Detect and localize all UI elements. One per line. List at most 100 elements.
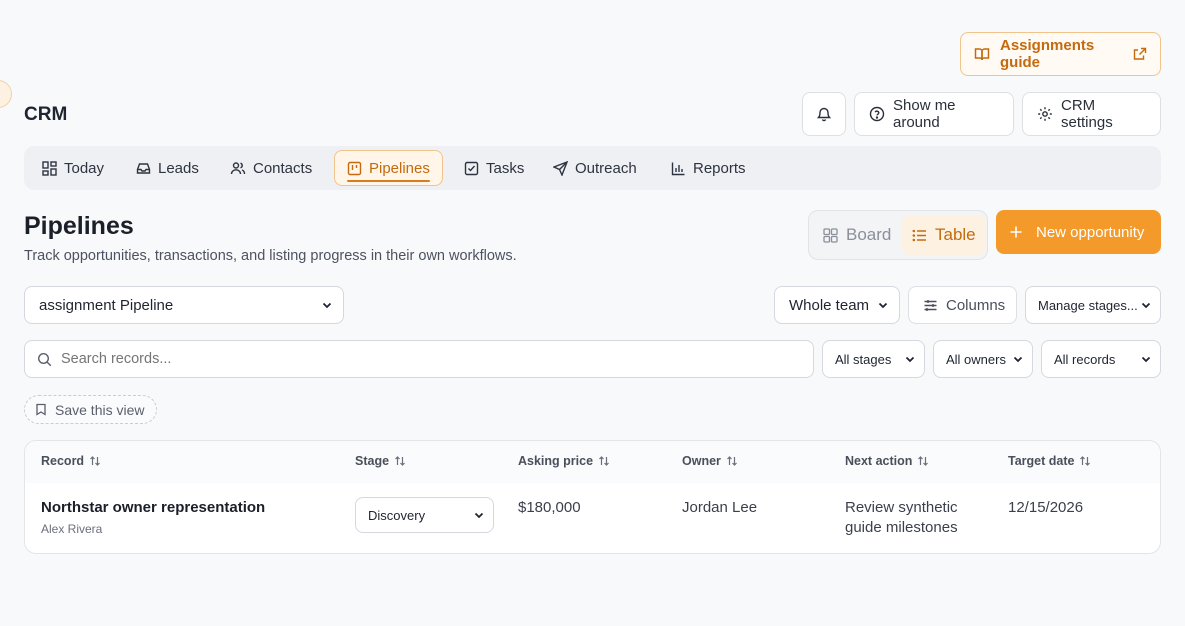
column-header-next-action[interactable]: Next action [845,454,929,468]
list-icon [912,228,927,243]
new-opportunity-button[interactable]: New opportunity [996,210,1161,254]
chevron-down-icon [473,509,485,521]
pipeline-select-value: assignment Pipeline [39,296,174,314]
bookmark-icon [35,403,47,416]
search-field[interactable] [24,340,814,378]
sort-icon [394,455,406,467]
grid-icon [42,160,57,176]
column-header-label: Owner [682,454,721,468]
owners-filter-select[interactable]: All owners [933,340,1033,378]
external-link-icon [1133,47,1147,61]
send-icon [553,160,568,176]
team-select[interactable]: Whole team [774,286,900,324]
column-header-stage[interactable]: Stage [355,454,406,468]
manage-stages-value: Manage stages... [1038,297,1138,313]
plus-icon [1008,224,1024,240]
tab-label: Leads [158,159,199,177]
asking-price: $180,000 [518,499,581,516]
book-icon [974,46,990,62]
help-circle-icon [869,106,885,122]
checkbox-icon [464,161,479,176]
manage-stages-select[interactable]: Manage stages... [1025,286,1161,324]
tab-label: Tasks [486,159,525,177]
chevron-down-icon [877,299,889,311]
show-me-around-button[interactable]: Show me around [854,92,1014,136]
new-opportunity-label: New opportunity [1036,223,1145,241]
stage-select-value: Discovery [368,507,426,523]
sort-icon [89,455,101,467]
team-select-value: Whole team [789,296,870,314]
search-input[interactable] [61,351,761,367]
column-header-label: Next action [845,454,913,468]
chevron-down-icon [1012,353,1024,365]
column-header-label: Record [41,454,85,468]
chevron-down-icon [904,353,916,365]
chevron-down-icon [1140,299,1152,311]
tab-tasks[interactable]: Tasks [452,150,536,186]
tab-label: Reports [693,159,746,177]
column-header-record[interactable]: Record [41,454,101,468]
target-date: 12/15/2026 [1008,499,1084,516]
page-title: Pipelines [24,212,134,240]
active-tab-indicator [347,180,430,182]
view-board-button[interactable]: Board [813,215,901,255]
tab-pipelines[interactable]: Pipelines [334,150,443,186]
column-header-asking-price[interactable]: Asking price [518,454,610,468]
column-header-label: Asking price [518,454,594,468]
stage-select[interactable]: Discovery [355,497,494,533]
next-action-line-2: guide milestones [845,519,958,536]
main-nav: Today Leads Contacts Pipelines Tasks Out… [24,146,1161,190]
table-row[interactable]: Northstar owner representation Alex Rive… [25,483,1160,553]
view-table-button[interactable]: Table [902,215,986,255]
tab-outreach[interactable]: Outreach [541,150,649,186]
pipeline-select[interactable]: assignment Pipeline [24,286,344,324]
table-header: Record Stage Asking price Owner Next act… [25,441,1160,483]
save-view-button[interactable]: Save this view [24,395,157,424]
tab-label: Outreach [575,159,637,177]
gear-icon [1037,106,1053,122]
next-action-line-1: Review synthetic [845,499,958,516]
tab-leads[interactable]: Leads [124,150,211,186]
sort-icon [917,455,929,467]
view-table-label: Table [935,225,976,244]
sort-icon [726,455,738,467]
column-header-owner[interactable]: Owner [682,454,738,468]
columns-label: Columns [946,296,1006,314]
search-icon [37,352,52,367]
sidebar-toggle-handle[interactable] [0,80,12,108]
bar-chart-icon [671,161,686,176]
chevron-down-icon [321,299,333,311]
records-filter-value: All records [1054,351,1116,367]
owners-filter-value: All owners [946,351,1006,367]
page-subtitle: Track opportunities, transactions, and l… [24,248,517,264]
notifications-button[interactable] [802,92,846,136]
crm-settings-label: CRM settings [1061,97,1113,131]
record-contact: Alex Rivera [41,522,103,536]
records-filter-select[interactable]: All records [1041,340,1161,378]
view-toggle: Board Table [808,210,988,260]
show-me-around-label: Show me around [893,97,956,131]
app-title: CRM [24,104,68,125]
owner-name: Jordan Lee [682,499,758,516]
save-view-label: Save this view [55,401,145,418]
sort-icon [1079,455,1091,467]
column-header-target-date[interactable]: Target date [1008,454,1091,468]
column-header-label: Stage [355,454,390,468]
columns-button[interactable]: Columns [908,286,1017,324]
tab-contacts[interactable]: Contacts [218,150,324,186]
view-board-label: Board [846,225,892,244]
stages-filter-select[interactable]: All stages [822,340,925,378]
records-table: Record Stage Asking price Owner Next act… [24,440,1161,554]
crm-settings-button[interactable]: CRM settings [1022,92,1161,136]
chevron-down-icon [1140,353,1152,365]
tab-today[interactable]: Today [30,150,116,186]
assignments-guide-button[interactable]: Assignments guide [960,32,1161,76]
record-name[interactable]: Northstar owner representation [41,499,265,516]
tab-reports[interactable]: Reports [659,150,758,186]
grid-icon [823,227,838,243]
sort-icon [598,455,610,467]
bell-icon [816,106,832,122]
kanban-icon [347,161,362,176]
sliders-icon [923,298,938,313]
tab-label: Contacts [253,159,313,177]
